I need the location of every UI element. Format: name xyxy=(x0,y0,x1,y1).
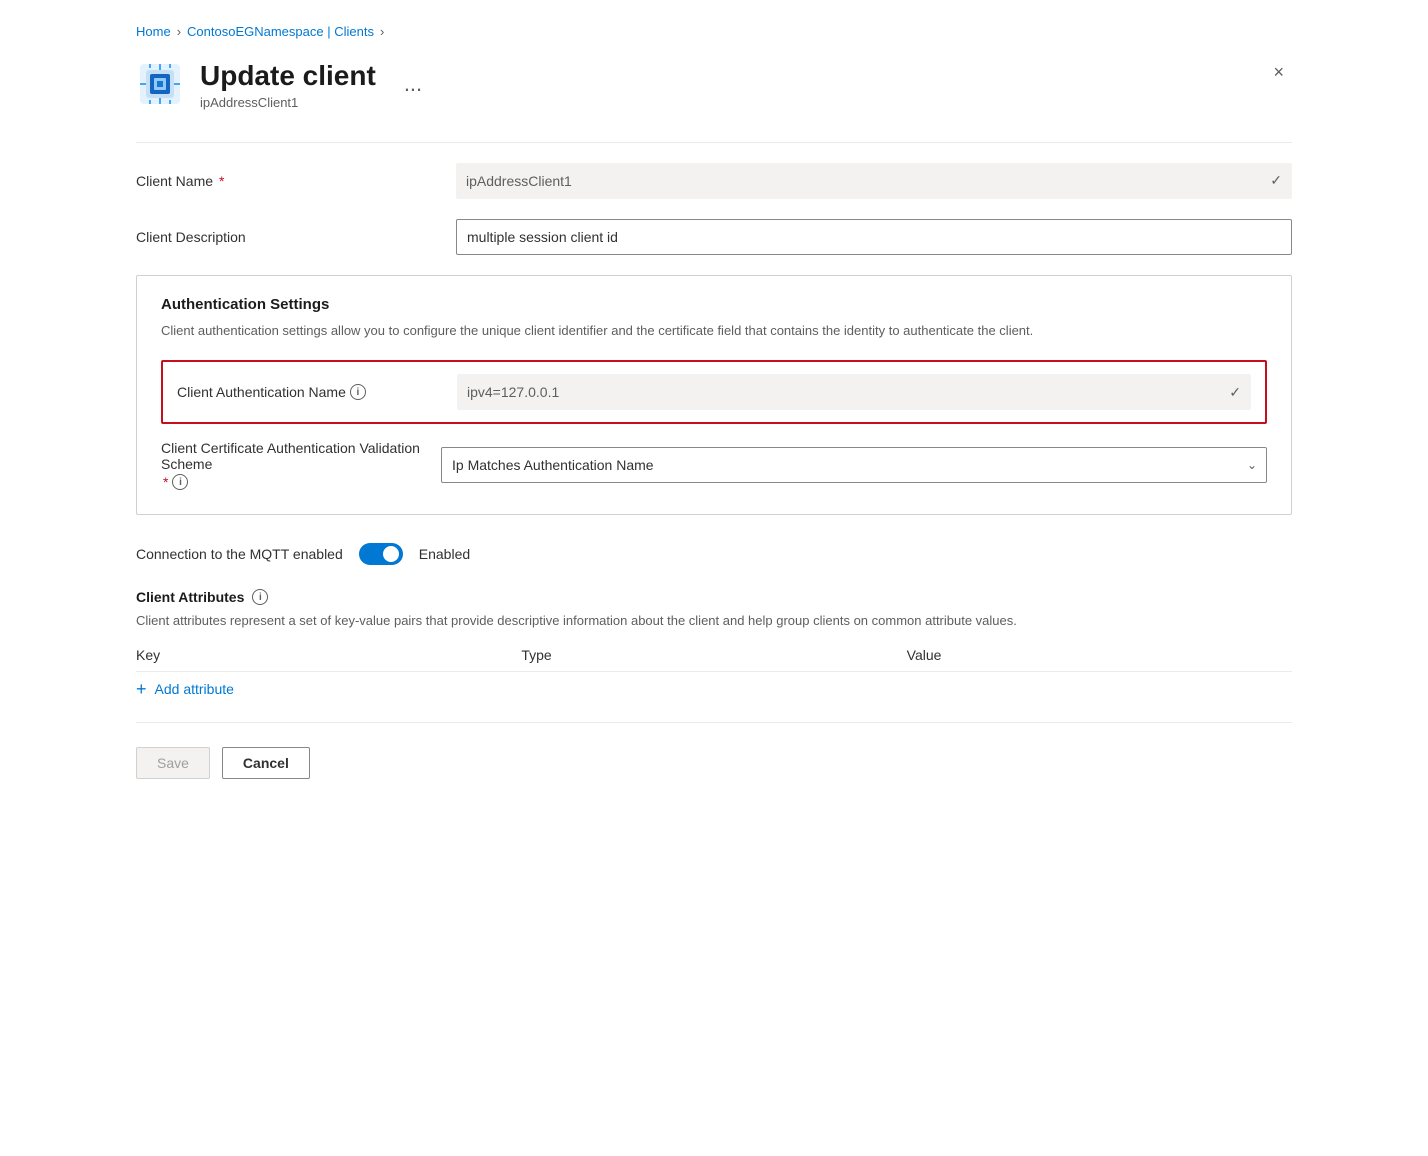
client-attributes-info-icon[interactable]: i xyxy=(252,589,268,605)
col-type: Type xyxy=(521,647,906,663)
client-auth-name-row: Client Authentication Name i ✓ xyxy=(161,360,1267,424)
client-name-input-wrapper: ✓ xyxy=(456,163,1292,199)
breadcrumb-namespace[interactable]: ContosoEGNamespace | Clients xyxy=(187,24,374,39)
client-attributes-description: Client attributes represent a set of key… xyxy=(136,611,1292,631)
client-description-input[interactable] xyxy=(456,219,1292,255)
mqtt-row: Connection to the MQTT enabled Enabled xyxy=(136,543,1292,565)
mqtt-label: Connection to the MQTT enabled xyxy=(136,546,343,562)
client-description-label: Client Description xyxy=(136,229,456,245)
auth-name-input-wrapper: ✓ xyxy=(457,374,1251,410)
auth-settings-description: Client authentication settings allow you… xyxy=(161,321,1267,341)
client-name-input xyxy=(456,163,1292,199)
auth-settings-title: Authentication Settings xyxy=(161,296,1267,313)
mqtt-status: Enabled xyxy=(419,546,470,562)
validation-info-icon[interactable]: i xyxy=(172,474,188,490)
footer-buttons: Save Cancel xyxy=(136,722,1292,779)
required-star: * xyxy=(219,173,224,189)
validation-required-star: * xyxy=(163,474,168,490)
breadcrumb: Home › ContosoEGNamespace | Clients › xyxy=(136,24,1292,39)
header-row: Update client ipAddressClient1 ... × xyxy=(136,59,1292,110)
client-icon xyxy=(136,60,184,108)
page-subtitle: ipAddressClient1 xyxy=(200,95,376,110)
client-auth-name-label: Client Authentication Name i xyxy=(177,384,457,400)
auth-name-info-icon[interactable]: i xyxy=(350,384,366,400)
header-text: Update client ipAddressClient1 xyxy=(200,59,376,110)
col-key: Key xyxy=(136,647,521,663)
add-attribute-label: Add attribute xyxy=(155,681,234,697)
cancel-button[interactable]: Cancel xyxy=(222,747,310,779)
mqtt-toggle[interactable] xyxy=(359,543,403,565)
header-actions: × xyxy=(1265,59,1292,85)
more-options-button[interactable]: ... xyxy=(404,71,422,97)
client-name-check-icon: ✓ xyxy=(1270,172,1282,189)
client-description-row: Client Description xyxy=(136,219,1292,255)
save-button[interactable]: Save xyxy=(136,747,210,779)
validation-scheme-label: Client Certificate Authentication Valida… xyxy=(161,440,441,490)
close-button[interactable]: × xyxy=(1265,59,1292,85)
client-name-label: Client Name * xyxy=(136,173,456,189)
client-attributes-header: Client Attributes i xyxy=(136,589,1292,605)
toggle-slider xyxy=(359,543,403,565)
auth-name-input xyxy=(457,374,1251,410)
auth-name-check-icon: ✓ xyxy=(1229,384,1241,401)
form-section: Client Name * ✓ Client Description Authe… xyxy=(136,163,1292,698)
header-left: Update client ipAddressClient1 ... xyxy=(136,59,422,110)
client-name-row: Client Name * ✓ xyxy=(136,163,1292,199)
breadcrumb-home[interactable]: Home xyxy=(136,24,171,39)
validation-scheme-row: Client Certificate Authentication Valida… xyxy=(161,440,1267,490)
add-attribute-button[interactable]: + Add attribute xyxy=(136,680,1292,698)
add-icon: + xyxy=(136,680,147,698)
client-attributes-section: Client Attributes i Client attributes re… xyxy=(136,589,1292,698)
header-separator xyxy=(136,142,1292,143)
col-value: Value xyxy=(907,647,1292,663)
attributes-table-header: Key Type Value xyxy=(136,647,1292,672)
breadcrumb-sep1: › xyxy=(177,24,181,39)
validation-scheme-select[interactable]: Ip Matches Authentication Name Certifica… xyxy=(441,447,1267,483)
page-title: Update client xyxy=(200,59,376,93)
breadcrumb-sep2: › xyxy=(380,24,384,39)
auth-settings-box: Authentication Settings Client authentic… xyxy=(136,275,1292,516)
validation-scheme-select-wrapper: Ip Matches Authentication Name Certifica… xyxy=(441,447,1267,483)
